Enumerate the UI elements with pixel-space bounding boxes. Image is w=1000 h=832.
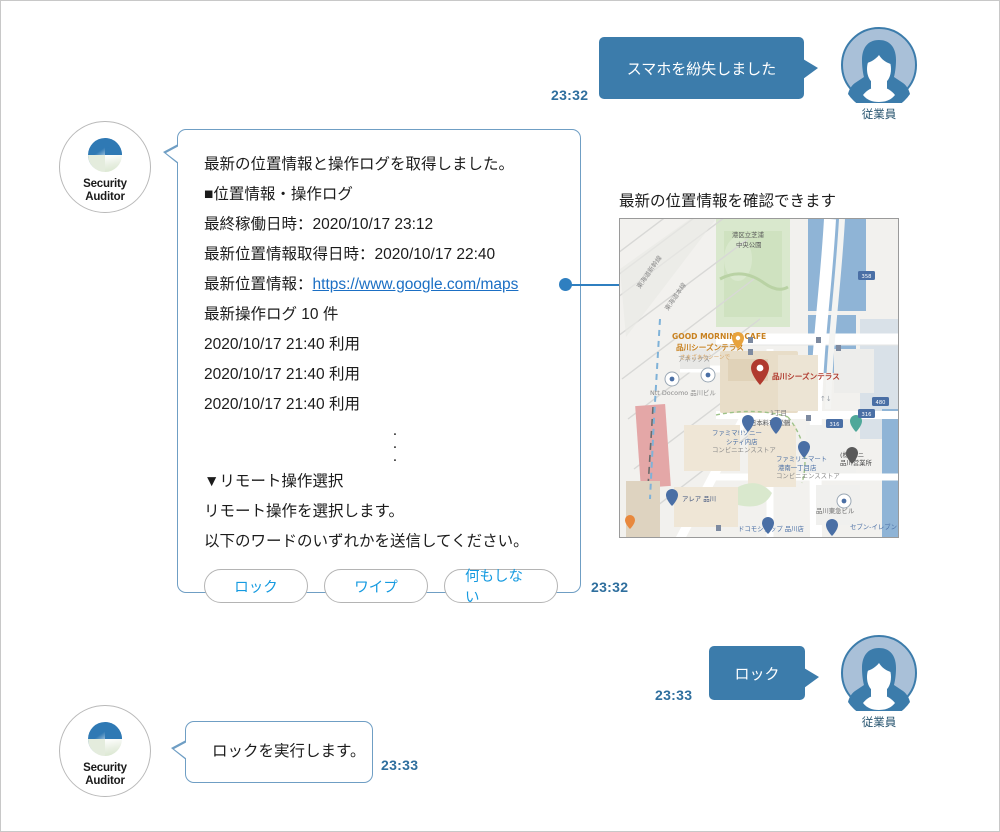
avatar-user: 従業員 <box>841 635 917 730</box>
map-link[interactable]: https://www.google.com/maps <box>313 276 519 293</box>
bubble-tail-inner <box>166 146 179 163</box>
svg-text:さまざまなシーンで: さまざまなシーンで <box>680 353 730 361</box>
svg-text:中央公園: 中央公園 <box>736 240 762 249</box>
svg-text:ファミリーマート: ファミリーマート <box>776 455 827 463</box>
avatar-user: 従業員 <box>841 27 917 122</box>
quick-reply-lock[interactable]: ロック <box>204 569 308 603</box>
ellipsis-indicator: ... <box>204 424 558 463</box>
svg-text:品川営業所: 品川営業所 <box>840 458 873 467</box>
message-line: 2020/10/17 21:40 利用 <box>204 390 558 420</box>
avatar-label: SecurityAuditor <box>83 762 127 788</box>
svg-text:Ntt Docomo 品川ビル: Ntt Docomo 品川ビル <box>650 388 716 397</box>
svg-text:アレア 品川: アレア 品川 <box>682 495 716 503</box>
map-image[interactable]: 港区立芝浦 中央公園 日本料理 松鶴 アネックス Ntt Docomo 品川ビル… <box>619 218 899 538</box>
avatar-bot: SecurityAuditor <box>59 121 151 213</box>
message-line: ■位置情報・操作ログ <box>204 180 558 210</box>
message-timestamp: 23:33 <box>655 687 692 703</box>
user-message-bubble[interactable]: ロック <box>709 646 805 700</box>
bot-message-bubble[interactable]: 最新の位置情報と操作ログを取得しました。 ■位置情報・操作ログ 最終稼働日時：2… <box>177 129 581 593</box>
svg-text:316: 316 <box>862 412 872 418</box>
avatar-label: 従業員 <box>841 106 917 122</box>
svg-text:港区立芝浦: 港区立芝浦 <box>732 230 765 239</box>
message-line: 2020/10/17 21:40 利用 <box>204 330 558 360</box>
quick-reply-wipe[interactable]: ワイプ <box>324 569 428 603</box>
quick-reply-row: ロック ワイプ 何もしない <box>204 569 558 603</box>
quick-reply-do-nothing[interactable]: 何もしない <box>444 569 558 603</box>
map-connector <box>559 278 621 292</box>
map-callout: 最新の位置情報を確認できます <box>619 189 899 538</box>
svg-text:セブン-イレブン: セブン-イレブン <box>850 522 897 531</box>
svg-text:シティ内店: シティ内店 <box>726 437 758 446</box>
security-auditor-logo-icon <box>82 716 128 760</box>
svg-text:ファミマ!!ソニー: ファミマ!!ソニー <box>712 429 762 437</box>
location-line: 最新位置情報：https://www.google.com/maps <box>204 270 558 300</box>
message-timestamp: 23:33 <box>381 757 418 773</box>
avatar-label: SecurityAuditor <box>83 178 127 204</box>
message-line: 最終稼働日時：2020/10/17 23:12 <box>204 210 558 240</box>
svg-text:358: 358 <box>862 274 872 280</box>
security-auditor-logo-icon <box>82 132 128 176</box>
chat-transcript-page: 23:32 スマホを紛失しました 従業員 <box>0 0 1000 832</box>
message-line: 2020/10/17 21:40 利用 <box>204 360 558 390</box>
message-line: リモート操作を選択します。 <box>204 497 558 527</box>
message-line: 最新位置情報取得日時：2020/10/17 22:40 <box>204 240 558 270</box>
user-message-bubble[interactable]: スマホを紛失しました <box>599 37 804 99</box>
location-label: 最新位置情報： <box>204 276 313 293</box>
avatar-bot: SecurityAuditor <box>59 705 151 797</box>
message-text: ロック <box>734 663 779 684</box>
person-icon <box>841 27 917 103</box>
svg-text:コンビニエンスストア: コンビニエンスストア <box>776 471 840 480</box>
svg-text:316: 316 <box>830 422 840 428</box>
message-line: 以下のワードのいずれかを送信してください。 <box>204 527 558 557</box>
svg-text:480: 480 <box>876 400 886 406</box>
message-timestamp: 23:32 <box>551 87 588 103</box>
message-line: ▼リモート操作選択 <box>204 467 558 497</box>
avatar-label: 従業員 <box>841 714 917 730</box>
message-line: 最新の位置情報と操作ログを取得しました。 <box>204 150 558 180</box>
bubble-tail-inner <box>174 742 187 759</box>
svg-text:1丁目: 1丁目 <box>770 409 787 417</box>
message-text: スマホを紛失しました <box>627 58 777 79</box>
svg-text:品川東急ビル: 品川東急ビル <box>816 506 855 515</box>
svg-text:コンビニエンスストア: コンビニエンスストア <box>712 445 776 454</box>
svg-text:品川シーズンテラス: 品川シーズンテラス <box>772 371 840 381</box>
message-line: 最新操作ログ 10 件 <box>204 300 558 330</box>
message-timestamp: 23:32 <box>591 579 628 595</box>
message-text: ロックを実行します。 <box>212 737 365 767</box>
svg-text:港南一丁目店: 港南一丁目店 <box>778 463 817 472</box>
map-illustration: 港区立芝浦 中央公園 日本料理 松鶴 アネックス Ntt Docomo 品川ビル… <box>620 219 899 538</box>
map-caption: 最新の位置情報を確認できます <box>619 189 899 211</box>
bot-message-bubble[interactable]: ロックを実行します。 <box>185 721 373 783</box>
person-icon <box>841 635 917 711</box>
svg-text:↑↓: ↑↓ <box>820 395 832 403</box>
